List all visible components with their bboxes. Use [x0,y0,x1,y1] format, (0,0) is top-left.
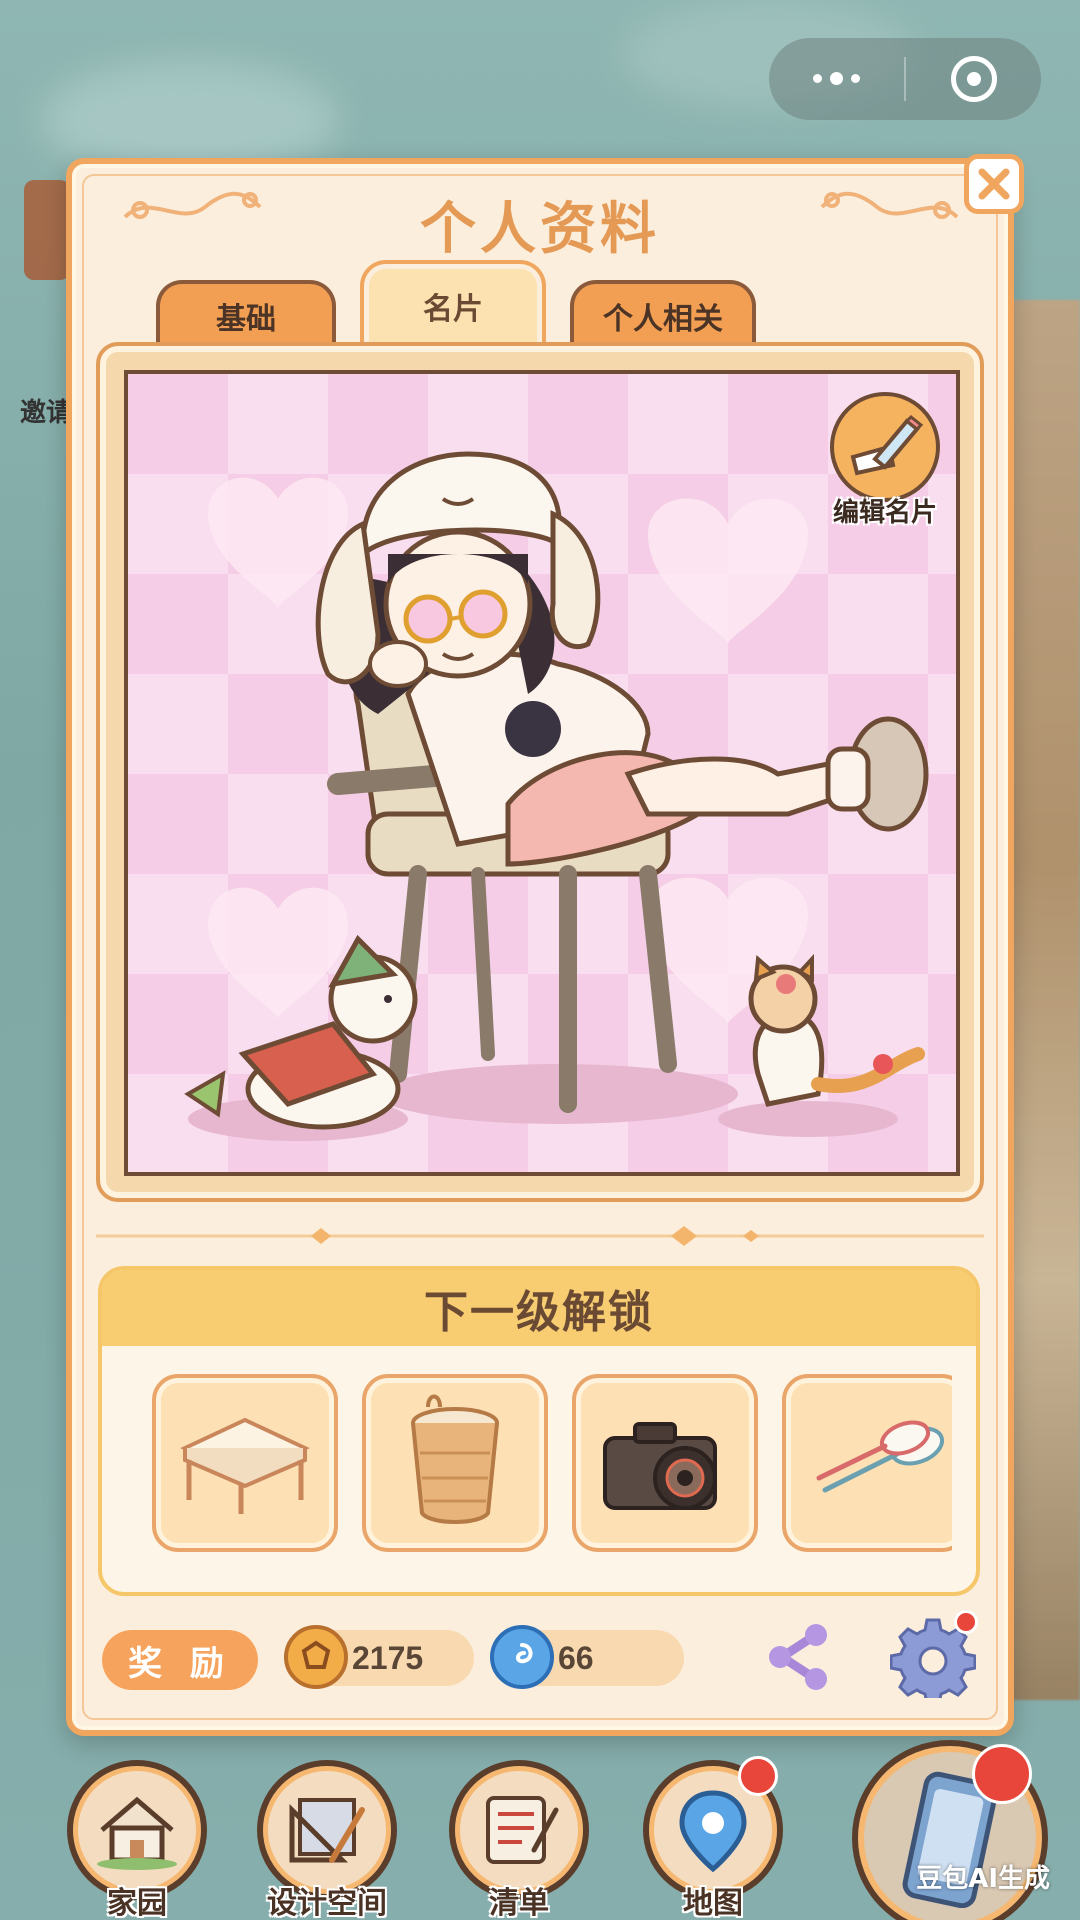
nav-home[interactable]: 家园 [62,1760,212,1920]
badminton-racket-icon [816,1420,945,1493]
unlock-item-basket[interactable] [362,1374,548,1552]
close-x-icon [978,168,1010,200]
nav-map[interactable]: 地图 [638,1756,788,1920]
notification-badge [972,1744,1032,1804]
nav-label: 设计空间 [267,1886,387,1920]
nav-label: 手机 [852,1916,1052,1920]
nav-design-space[interactable]: 设计空间 [252,1760,402,1920]
exit-button[interactable] [906,38,1041,120]
share-icon [769,1624,827,1690]
business-card-preview: 编辑名片 [124,370,960,1176]
notification-badge [738,1756,778,1796]
nav-checklist[interactable]: 清单 [444,1760,594,1920]
gem-value: 66 [558,1639,594,1676]
profile-dialog: 个人资料 基础 名片 个人相关 编辑名片 下一级解锁 奖 励 2175 66 [66,154,1024,1736]
coin-value: 2175 [352,1639,424,1676]
gem-counter: 66 [490,1625,684,1689]
camera-icon [603,1422,717,1510]
close-button[interactable] [964,154,1024,214]
bg-house-right [1010,300,1080,1700]
unlock-header: 下一级解锁 [102,1270,976,1346]
mini-program-capsule [769,38,1041,120]
gem-icon [490,1625,554,1689]
tab-label: 个人相关 [603,302,723,337]
nav-label: 地图 [683,1886,743,1920]
map-pin-icon [679,1790,747,1873]
target-circle-icon [950,56,997,102]
pencil-paper-icon [850,414,924,476]
unlock-item-camera[interactable] [572,1374,758,1552]
edit-card-button[interactable]: 编辑名片 [820,392,950,529]
house-icon [97,1796,177,1870]
coin-icon [284,1625,348,1689]
unlock-items-list[interactable] [152,1370,952,1560]
dialog-title: 个人资料 [420,197,660,262]
ruler-icon [289,1798,365,1863]
tab-card[interactable]: 名片 [360,260,546,348]
unlock-item-table[interactable] [152,1374,338,1552]
settings-button[interactable] [889,1610,978,1706]
tab-personal[interactable]: 个人相关 [570,280,756,348]
watermark-text: 豆包AI生成 [916,1864,1050,1894]
coin-counter: 2175 [284,1625,474,1689]
nav-label: 清单 [489,1886,549,1920]
table-icon [180,1417,310,1514]
more-dots-icon [813,71,860,85]
edit-circle [830,392,940,502]
card-frame: 编辑名片 [96,342,984,1202]
tab-label: 名片 [423,292,483,327]
section-divider [96,1226,984,1246]
reward-label: 奖 励 [128,1643,232,1684]
reward-button[interactable]: 奖 励 [102,1630,258,1690]
tab-basic[interactable]: 基础 [156,280,336,348]
tab-label: 基础 [216,302,276,337]
unlock-item-racket[interactable] [782,1374,952,1552]
invite-hint[interactable]: 邀请 [20,392,72,429]
more-button[interactable] [769,38,904,120]
bg-house-left [24,180,70,280]
share-button[interactable] [762,1620,836,1694]
checklist-icon [486,1796,559,1864]
tab-bar: 基础 名片 个人相关 [156,260,776,348]
nav-label: 家园 [107,1886,167,1920]
basket-icon [411,1394,499,1524]
next-level-unlock-panel: 下一级解锁 [98,1266,980,1596]
notification-badge [954,1610,978,1634]
edit-card-label: 编辑名片 [832,498,937,528]
